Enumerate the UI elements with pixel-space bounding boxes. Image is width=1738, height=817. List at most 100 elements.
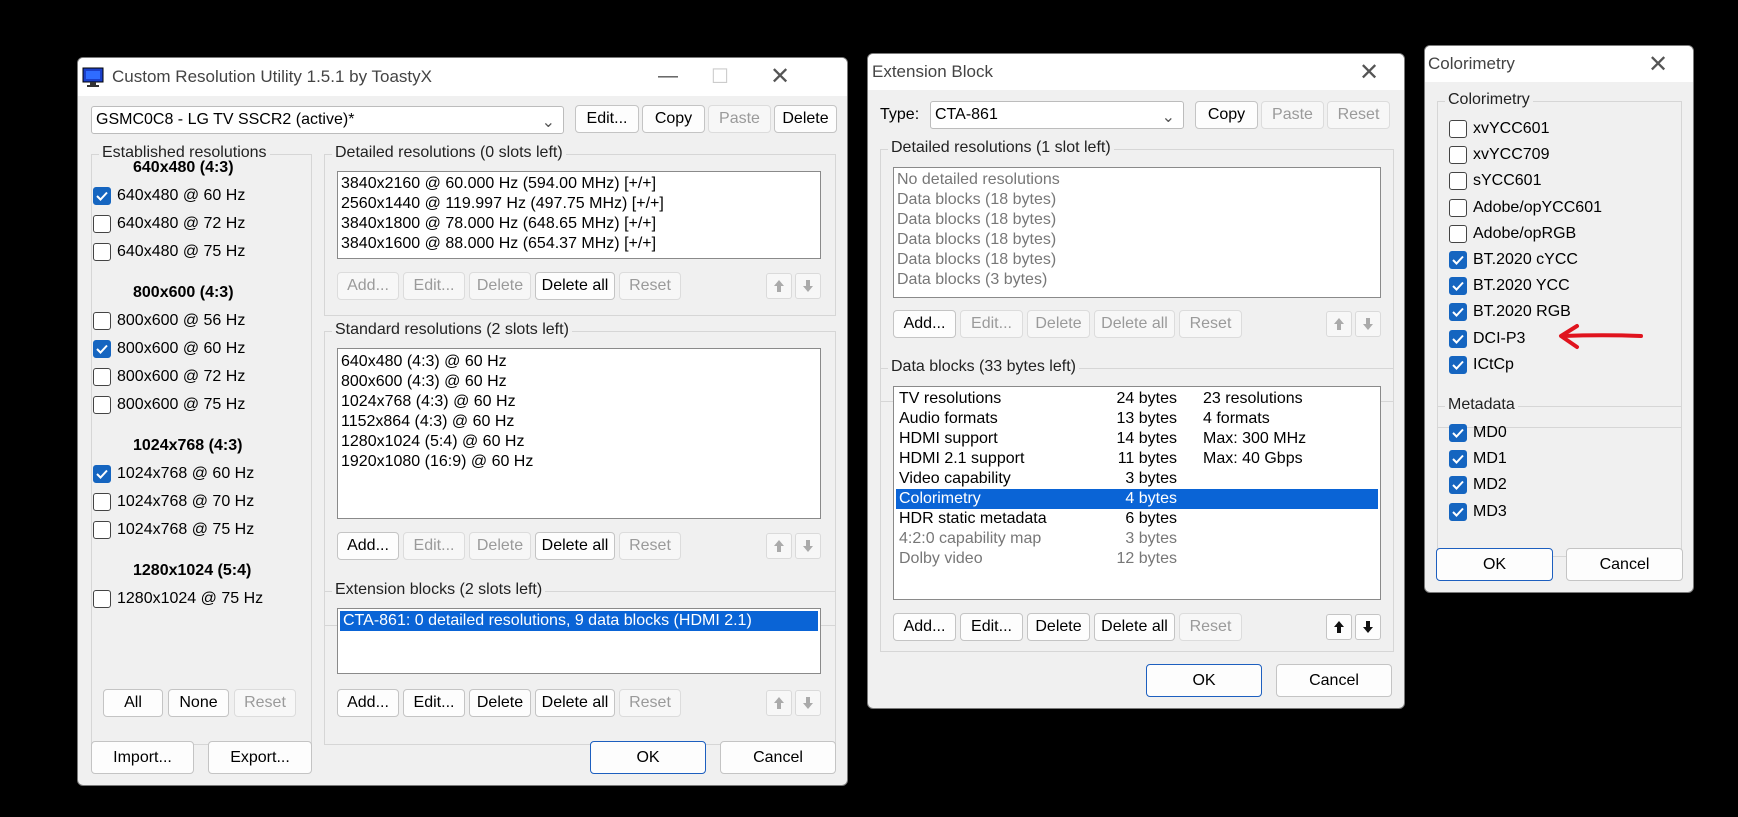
cru-cancel-button[interactable]: Cancel <box>720 741 836 774</box>
list-item[interactable]: Data blocks (3 bytes) <box>894 270 1380 290</box>
established-checkbox-row[interactable]: 1024x768 @ 75 Hz <box>93 518 254 542</box>
colorimetry-checkbox-row[interactable]: BT.2020 cYCC <box>1449 248 1578 272</box>
cru-ok-button[interactable]: OK <box>590 741 706 774</box>
close-icon[interactable]: ✕ <box>1346 54 1392 90</box>
checkbox-icon[interactable] <box>1449 450 1467 469</box>
checkbox-icon[interactable] <box>1449 476 1467 495</box>
standard-edit-button[interactable]: Edit... <box>403 532 465 560</box>
checkbox-icon[interactable] <box>1449 424 1467 442</box>
established-checkbox-row[interactable]: 640x480 @ 72 Hz <box>93 212 245 236</box>
checkbox-icon[interactable] <box>1449 172 1467 191</box>
list-item[interactable]: 3840x1600 @ 88.000 Hz (654.37 MHz) [+/+] <box>338 234 820 254</box>
ext-detailed-add-button[interactable]: Add... <box>893 310 956 338</box>
detailed-delete-button[interactable]: Delete <box>469 272 531 300</box>
list-item[interactable]: No detailed resolutions <box>894 170 1380 190</box>
type-select[interactable]: CTA-861 ⌄ <box>930 101 1184 129</box>
list-item[interactable]: Data blocks (18 bytes) <box>894 230 1380 250</box>
colorimetry-cancel-button[interactable]: Cancel <box>1566 548 1683 581</box>
checkbox-icon[interactable] <box>93 312 111 330</box>
established-checkbox-row[interactable]: 800x600 @ 56 Hz <box>93 309 245 333</box>
colorimetry-checkbox-row[interactable]: MD3 <box>1449 500 1507 524</box>
checkbox-icon[interactable] <box>93 465 111 483</box>
extension-add-button[interactable]: Add... <box>337 689 399 717</box>
list-item[interactable]: 640x480 (4:3) @ 60 Hz <box>338 352 820 372</box>
colorimetry-ok-button[interactable]: OK <box>1436 548 1553 581</box>
extension-list[interactable]: CTA-861: 0 detailed resolutions, 9 data … <box>337 608 821 674</box>
maximize-icon[interactable]: ☐ <box>697 58 743 94</box>
colorimetry-checkbox-row[interactable]: DCI-P3 <box>1449 327 1525 351</box>
table-row[interactable]: Colorimetry 4 bytes <box>896 489 1378 509</box>
ext-datablocks-list[interactable]: TV resolutions 24 bytes 23 resolutions Audi… <box>893 386 1381 600</box>
checkbox-icon[interactable] <box>93 521 111 539</box>
established-checkbox-row[interactable]: 640x480 @ 75 Hz <box>93 240 245 264</box>
ext-detailed-reset-button[interactable]: Reset <box>1179 310 1242 338</box>
ext-datablock-add-button[interactable]: Add... <box>893 613 956 641</box>
colorimetry-checkbox-row[interactable]: MD0 <box>1449 421 1507 445</box>
list-item[interactable]: Data blocks (18 bytes) <box>894 210 1380 230</box>
checkbox-icon[interactable] <box>93 590 111 608</box>
standard-reset-button[interactable]: Reset <box>619 532 681 560</box>
export-button[interactable]: Export... <box>208 741 312 774</box>
ext-datablock-move-up-icon[interactable] <box>1326 614 1352 640</box>
ext-datablock-delete-button[interactable]: Delete <box>1027 613 1090 641</box>
checkbox-icon[interactable] <box>1449 146 1467 165</box>
standard-move-down-icon[interactable] <box>795 533 821 559</box>
copy-display-button[interactable]: Copy <box>642 105 705 133</box>
ext-ok-button[interactable]: OK <box>1146 664 1262 697</box>
ext-datablock-delete-all-button[interactable]: Delete all <box>1094 613 1175 641</box>
ext-detailed-delete-button[interactable]: Delete <box>1027 310 1090 338</box>
checkbox-icon[interactable] <box>1449 303 1467 322</box>
checkbox-icon[interactable] <box>93 396 111 414</box>
checkbox-icon[interactable] <box>1449 198 1467 217</box>
established-checkbox-row[interactable]: 1024x768 @ 60 Hz <box>93 462 254 486</box>
standard-move-up-icon[interactable] <box>766 533 792 559</box>
extension-move-down-icon[interactable] <box>795 690 821 716</box>
standard-add-button[interactable]: Add... <box>337 532 399 560</box>
list-item[interactable]: Data blocks (18 bytes) <box>894 190 1380 210</box>
checkbox-icon[interactable] <box>1449 277 1467 296</box>
colorimetry-checkbox-row[interactable]: MD2 <box>1449 473 1507 497</box>
colorimetry-checkbox-row[interactable]: Adobe/opYCC601 <box>1449 196 1602 220</box>
ext-reset-button[interactable]: Reset <box>1327 101 1390 129</box>
table-row[interactable]: TV resolutions 24 bytes 23 resolutions <box>896 389 1378 409</box>
checkbox-icon[interactable] <box>93 215 111 233</box>
ext-titlebar[interactable]: Extension Block ✕ <box>868 54 1404 90</box>
checkbox-icon[interactable] <box>93 368 111 386</box>
ext-detailed-edit-button[interactable]: Edit... <box>960 310 1023 338</box>
list-item[interactable]: 1280x1024 (5:4) @ 60 Hz <box>338 432 820 452</box>
display-select[interactable]: GSMC0C8 - LG TV SSCR2 (active)* ⌄ <box>91 106 564 134</box>
colorimetry-checkbox-row[interactable]: xvYCC601 <box>1449 117 1549 141</box>
list-item[interactable]: 1920x1080 (16:9) @ 60 Hz <box>338 452 820 472</box>
detailed-delete-all-button[interactable]: Delete all <box>535 272 615 300</box>
edit-display-button[interactable]: Edit... <box>575 105 639 133</box>
checkbox-icon[interactable] <box>1449 329 1467 348</box>
extension-reset-button[interactable]: Reset <box>619 689 681 717</box>
table-row[interactable]: 4:2:0 capability map 3 bytes <box>896 529 1378 549</box>
list-item[interactable]: 1152x864 (4:3) @ 60 Hz <box>338 412 820 432</box>
extension-delete-button[interactable]: Delete <box>469 689 531 717</box>
checkbox-icon[interactable] <box>1449 120 1467 138</box>
ext-detailed-delete-all-button[interactable]: Delete all <box>1094 310 1175 338</box>
established-checkbox-row[interactable]: 800x600 @ 72 Hz <box>93 365 245 389</box>
minimize-icon[interactable]: — <box>645 58 691 94</box>
checkbox-icon[interactable] <box>1449 251 1467 269</box>
detailed-add-button[interactable]: Add... <box>337 272 399 300</box>
checkbox-icon[interactable] <box>93 340 111 358</box>
established-checkbox-row[interactable]: 800x600 @ 75 Hz <box>93 393 245 417</box>
colorimetry-checkbox-row[interactable]: ICtCp <box>1449 353 1514 377</box>
list-item[interactable]: 3840x2160 @ 60.000 Hz (594.00 MHz) [+/+] <box>338 174 820 194</box>
import-button[interactable]: Import... <box>91 741 194 774</box>
detailed-move-up-icon[interactable] <box>766 273 792 299</box>
ext-datablock-reset-button[interactable]: Reset <box>1179 613 1242 641</box>
checkbox-icon[interactable] <box>93 187 111 205</box>
checkbox-icon[interactable] <box>1449 224 1467 243</box>
standard-delete-button[interactable]: Delete <box>469 532 531 560</box>
checkbox-icon[interactable] <box>1449 355 1467 374</box>
colorimetry-checkbox-row[interactable]: BT.2020 RGB <box>1449 300 1571 324</box>
colorimetry-checkbox-row[interactable]: BT.2020 YCC <box>1449 274 1570 298</box>
table-row[interactable]: Video capability 3 bytes <box>896 469 1378 489</box>
table-row[interactable]: HDMI support 14 bytes Max: 300 MHz <box>896 429 1378 449</box>
paste-display-button[interactable]: Paste <box>708 105 771 133</box>
colorimetry-checkbox-row[interactable]: xvYCC709 <box>1449 143 1549 167</box>
standard-list[interactable]: 640x480 (4:3) @ 60 Hz 800x600 (4:3) @ 60 … <box>337 348 821 519</box>
